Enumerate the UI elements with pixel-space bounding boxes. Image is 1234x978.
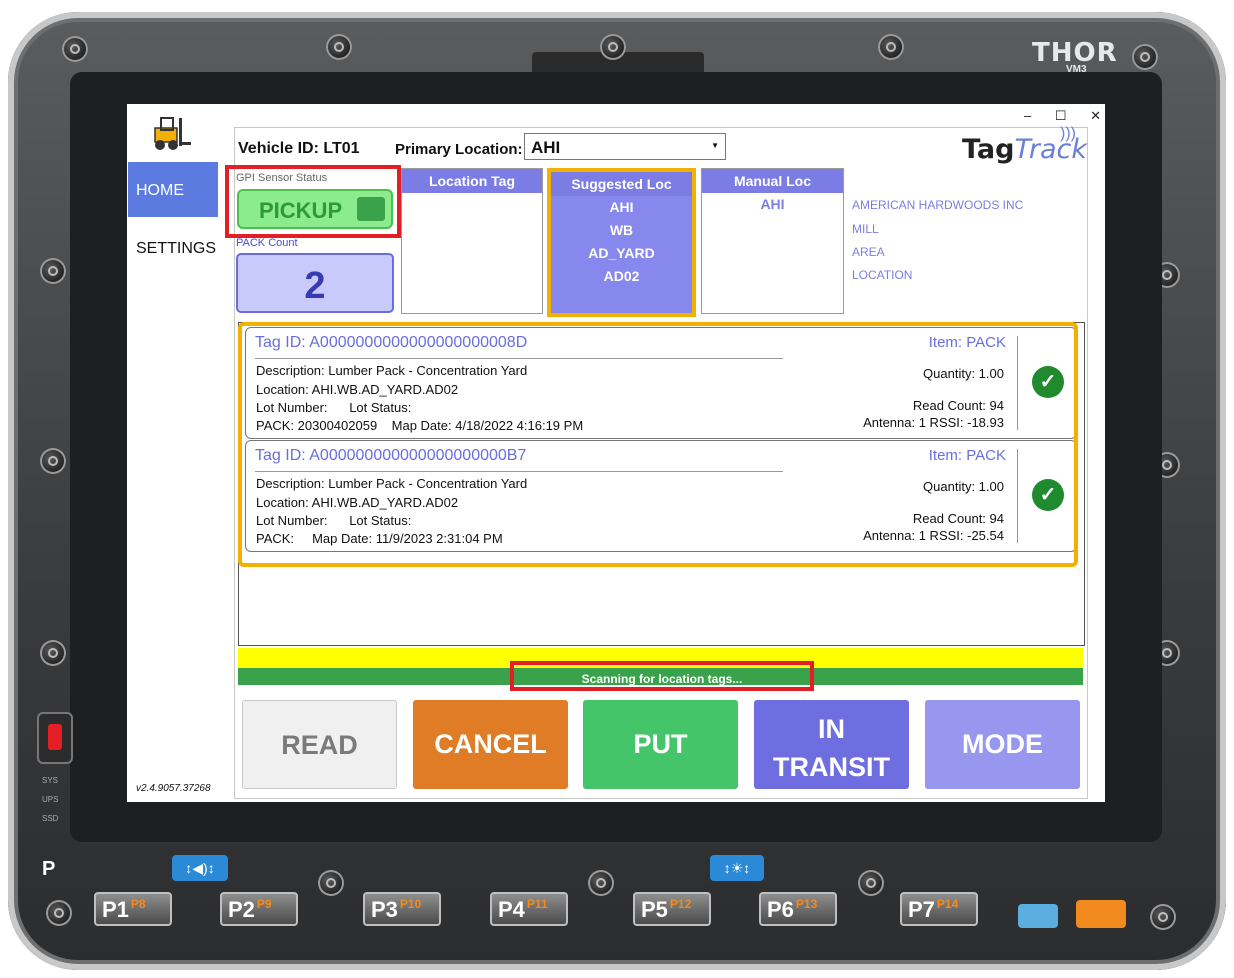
primary-location-select[interactable]: AHI ▼ xyxy=(524,133,726,160)
pack-count: 2 xyxy=(236,253,394,313)
suggested-loc-header: Suggested Loc xyxy=(551,172,692,196)
nav-settings[interactable]: SETTINGS xyxy=(136,240,216,258)
in-transit-button[interactable]: IN TRANSIT xyxy=(754,700,909,789)
screw-icon xyxy=(40,448,66,474)
key-p4[interactable]: P4 P11 xyxy=(490,892,568,926)
suggested-loc-line: AHI xyxy=(609,199,634,215)
manual-loc-line: AHI xyxy=(760,196,785,212)
screw-icon xyxy=(46,900,72,926)
highlight-box xyxy=(225,165,401,238)
power-switch[interactable] xyxy=(37,712,73,764)
screw-icon xyxy=(878,34,904,60)
wireless-icon: ))) xyxy=(1060,125,1076,142)
read-button[interactable]: READ xyxy=(242,700,397,789)
key-p3[interactable]: P3 P10 xyxy=(363,892,441,926)
led-ups: UPS xyxy=(42,795,59,804)
close-button[interactable]: ✕ xyxy=(1090,108,1101,123)
cancel-button[interactable]: CANCEL xyxy=(413,700,568,789)
vehicle-id: Vehicle ID: LT01 xyxy=(238,140,360,157)
minimize-button[interactable]: – xyxy=(1024,108,1031,123)
scan-status: Scanning for location tags... xyxy=(510,661,814,691)
location-tag-panel: Location Tag xyxy=(401,168,543,314)
suggested-loc-line: AD02 xyxy=(603,268,640,284)
desc-area: AREA xyxy=(852,245,885,259)
manual-loc-panel[interactable]: Manual Loc AHI xyxy=(701,168,844,314)
led-sys: SYS xyxy=(42,776,59,785)
version-label: v2.4.9057.37268 xyxy=(136,783,211,794)
screw-icon xyxy=(858,870,884,896)
screw-icon xyxy=(600,34,626,60)
key-p6[interactable]: P6 P13 xyxy=(759,892,837,926)
p-label: P xyxy=(42,858,56,880)
maximize-button[interactable]: ☐ xyxy=(1055,108,1067,123)
led-ssd: SSD xyxy=(42,814,59,823)
in-transit-line1: IN xyxy=(818,714,845,744)
nav-home[interactable]: HOME xyxy=(128,162,218,217)
window-controls: – ☐ ✕ xyxy=(1004,108,1101,124)
blue-key[interactable] xyxy=(1018,904,1058,928)
key-p1[interactable]: P1 P8 xyxy=(94,892,172,926)
screw-icon xyxy=(588,870,614,896)
key-p5[interactable]: P5 P12 xyxy=(633,892,711,926)
put-button[interactable]: PUT xyxy=(583,700,738,789)
volume-icon[interactable]: ↕◀)↕ xyxy=(172,855,228,881)
orange-key[interactable] xyxy=(1076,900,1126,928)
primary-location-label: Primary Location: xyxy=(395,141,523,158)
screw-icon xyxy=(40,258,66,284)
screw-icon xyxy=(318,870,344,896)
pack-count-label: PACK Count xyxy=(236,237,298,249)
suggested-loc-line: WB xyxy=(609,222,634,238)
forklift-icon xyxy=(149,114,193,154)
desc-mill: MILL xyxy=(852,222,879,236)
screw-icon xyxy=(1132,44,1158,70)
screw-icon xyxy=(326,34,352,60)
key-p7[interactable]: P7 P14 xyxy=(900,892,978,926)
desc-company: AMERICAN HARDWOODS INC xyxy=(852,198,1024,212)
brightness-icon[interactable]: ↕☀↕ xyxy=(710,855,764,881)
location-tag-header: Location Tag xyxy=(402,169,542,193)
primary-location-value: AHI xyxy=(531,138,561,157)
screw-icon xyxy=(1150,904,1176,930)
suggested-loc-line: AD_YARD xyxy=(588,245,655,261)
in-transit-line2: TRANSIT xyxy=(773,752,890,782)
manual-loc-header: Manual Loc xyxy=(702,169,843,193)
key-p2[interactable]: P2 P9 xyxy=(220,892,298,926)
screw-icon xyxy=(40,640,66,666)
screw-icon xyxy=(62,36,88,62)
suggested-loc-panel: Suggested Loc AHI WB AD_YARD AD02 xyxy=(547,168,696,317)
mode-button[interactable]: MODE xyxy=(925,700,1080,789)
desc-location: LOCATION xyxy=(852,268,913,282)
chevron-down-icon: ▼ xyxy=(711,141,719,150)
highlight-box xyxy=(238,322,1078,567)
